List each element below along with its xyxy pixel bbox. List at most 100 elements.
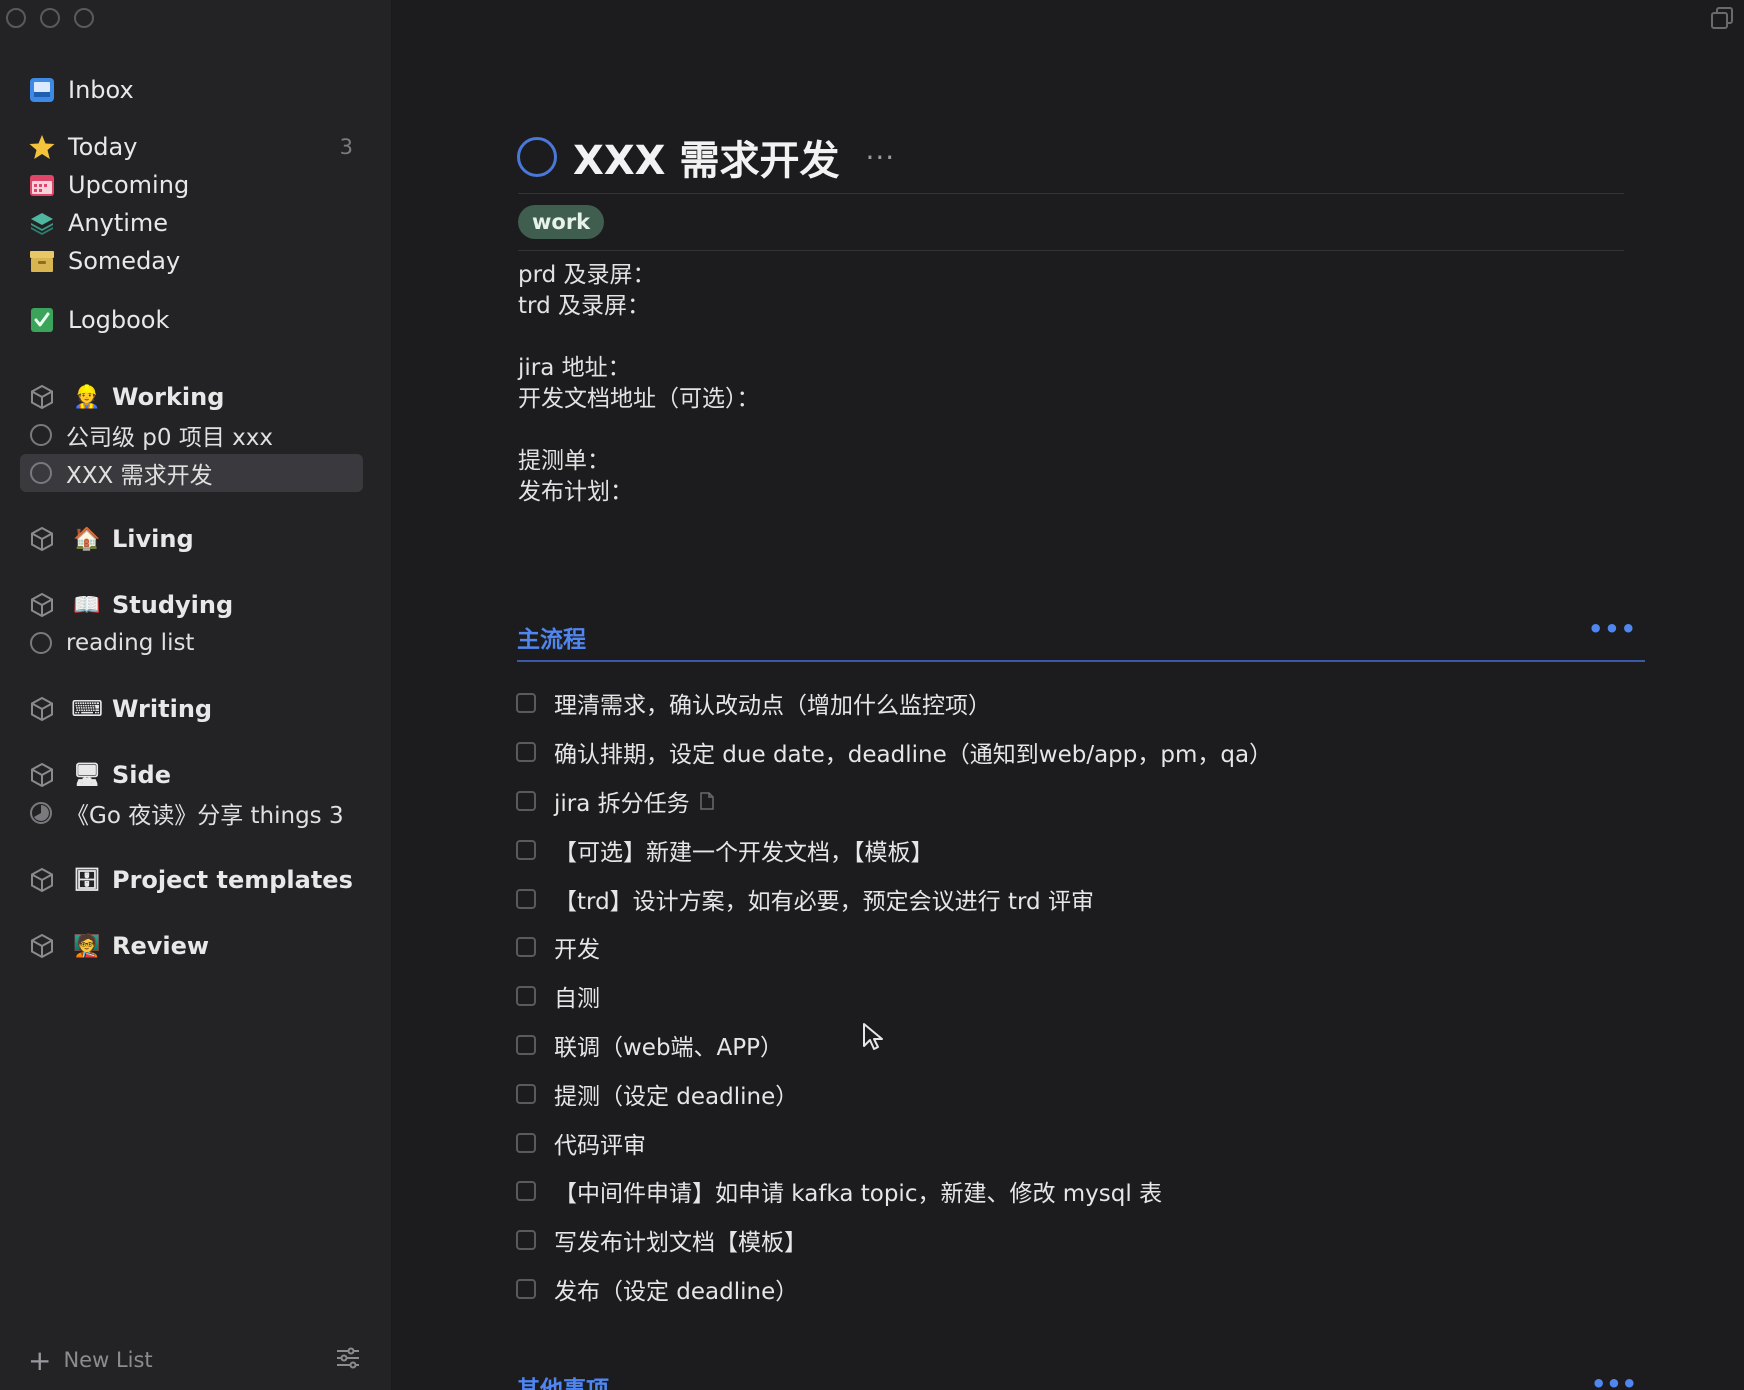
heading-more-button[interactable]: ••• [1591,1370,1637,1390]
todo-checkbox[interactable] [516,1034,536,1055]
todo-checkbox[interactable] [516,790,536,811]
todo-item[interactable]: 确认排期，设定 due date，deadline（通知到web/app，pm，… [516,728,1272,777]
notes-line: trd 及录屏： [518,293,650,319]
todo-item[interactable]: 理清需求，确认改动点（增加什么监控项） [516,679,1272,728]
project-label: 公司级 p0 项目 xxx [66,425,273,451]
todo-item[interactable]: 联调（web端、APP） [516,1021,1272,1070]
area-cube-icon [28,383,56,411]
new-list-button[interactable]: New List [63,1348,152,1372]
heading-label[interactable]: 其他事项 [517,1370,609,1390]
nav-section-logbook: Logbook [20,301,363,339]
calendar-icon [28,171,56,199]
area-emoji-icon: 👷 [73,384,101,410]
todo-item[interactable]: 开发 [516,923,1272,972]
todo-checkbox[interactable] [516,742,536,763]
sidebar-item-logbook[interactable]: Logbook [20,301,363,339]
heading-more-button[interactable]: ••• [1588,617,1637,641]
area-label: Living [112,525,194,553]
project-label: reading list [66,630,195,656]
heading-label[interactable]: 主流程 [517,620,586,654]
todo-checkbox[interactable] [516,986,536,1007]
area-header-review[interactable]: 🧑‍🏫 Review [20,927,363,965]
todo-item[interactable]: 自测 [516,972,1272,1021]
project-progress-icon [28,460,54,486]
todo-label: 发布（设定 deadline） [554,1278,799,1305]
tag-work[interactable]: work [518,205,605,239]
todo-item[interactable]: 【trd】设计方案，如有必要，预定会议进行 trd 评审 [516,874,1272,923]
project-notes[interactable]: prd 及录屏： trd 及录屏： jira 地址： 开发文档地址（可选）： 提… [518,260,760,508]
todo-checkbox[interactable] [516,888,536,909]
todo-item[interactable]: 提测（设定 deadline） [516,1069,1272,1118]
todo-label: 写发布计划文档【模板】 [554,1230,807,1257]
sidebar-item-label: Inbox [68,76,134,104]
area-living: 🏠 Living [20,520,363,558]
todo-checkbox[interactable] [516,937,536,958]
todo-checkbox[interactable] [516,1181,536,1202]
sidebar-project-p0[interactable]: 公司级 p0 项目 xxx [20,416,363,454]
nav-section-inbox: Inbox [20,71,363,109]
sidebar-project-go-night-reading[interactable]: 《Go 夜读》分享 things 3 [20,794,363,832]
todo-item[interactable]: 代码评审 [516,1118,1272,1167]
sidebar-project-reading-list[interactable]: reading list [20,624,363,662]
project-progress-icon [28,630,54,656]
minimize-window-button[interactable] [40,8,60,28]
todo-item[interactable]: 发布（设定 deadline） [516,1265,1272,1314]
inbox-icon [28,76,56,104]
area-header-living[interactable]: 🏠 Living [20,520,363,558]
area-header-side[interactable]: 🖥 Side [20,756,363,794]
area-emoji-icon: 📖 [73,592,101,618]
todo-checkbox[interactable] [516,839,536,860]
todo-item[interactable]: jira 拆分任务 [516,777,1272,826]
notes-line: prd 及录屏： [518,262,656,288]
todo-checkbox[interactable] [516,1132,536,1153]
todo-label: 开发 [554,937,600,964]
todo-item[interactable]: 写发布计划文档【模板】 [516,1216,1272,1265]
area-label: Writing [112,695,213,723]
sidebar-item-anytime[interactable]: Anytime [20,204,363,242]
todo-label: 自测 [554,986,600,1013]
project-title[interactable]: XXX 需求开发 [573,128,839,186]
zoom-window-button[interactable] [74,8,94,28]
area-project-templates: 🗄 Project templates [20,861,363,899]
area-cube-icon [28,695,56,723]
todo-checkbox[interactable] [516,1083,536,1104]
project-more-button[interactable]: ··· [865,141,895,174]
area-label: Review [112,932,210,960]
project-completion-circle[interactable] [517,137,557,177]
todo-item[interactable]: 【中间件申请】如申请 kafka topic，新建、修改 mysql 表 [516,1167,1272,1216]
todo-checkbox[interactable] [516,1230,536,1251]
todo-checkbox[interactable] [516,693,536,714]
sidebar-item-someday[interactable]: Someday [20,242,363,280]
sidebar-project-xxx-selected[interactable]: XXX 需求开发 [20,454,363,492]
logbook-check-icon [28,306,56,334]
settings-sliders-icon[interactable] [335,1345,361,1376]
area-writing: ⌨ Writing [20,690,363,728]
duplicate-window-icon[interactable] [1710,6,1734,34]
sidebar-item-inbox[interactable]: Inbox [20,71,363,109]
notes-blank-line [518,322,760,353]
notes-line: jira 地址： [518,355,631,381]
area-header-studying[interactable]: 📖 Studying [20,586,363,624]
area-cube-icon [28,932,56,960]
mouse-pointer-icon [862,1022,884,1056]
area-label: Working [112,383,225,411]
sidebar-item-today[interactable]: Today 3 [20,128,363,166]
todo-label: 【trd】设计方案，如有必要，预定会议进行 trd 评审 [554,888,1094,915]
area-header-writing[interactable]: ⌨ Writing [20,690,363,728]
notes-line: 发布计划： [518,479,633,505]
area-cube-icon [28,591,56,619]
today-count-badge: 3 [339,135,353,159]
todo-item[interactable]: 【可选】新建一个开发文档，【模板】 [516,825,1272,874]
sidebar-item-label: Today [68,133,138,161]
todo-checkbox[interactable] [516,1278,536,1299]
heading-other-items: 其他事项 ••• [517,1370,1645,1390]
plus-icon[interactable]: + [28,1344,51,1377]
todo-list: 理清需求，确认改动点（增加什么监控项） 确认排期，设定 due date，dea… [516,679,1272,1313]
todo-label: 【可选】新建一个开发文档，【模板】 [554,839,934,866]
project-progress-icon [28,422,54,448]
close-window-button[interactable] [6,8,26,28]
title-divider [518,193,1624,194]
sidebar-item-upcoming[interactable]: Upcoming [20,166,363,204]
area-header-project-templates[interactable]: 🗄 Project templates [20,861,363,899]
area-header-working[interactable]: 👷 Working [20,378,363,416]
